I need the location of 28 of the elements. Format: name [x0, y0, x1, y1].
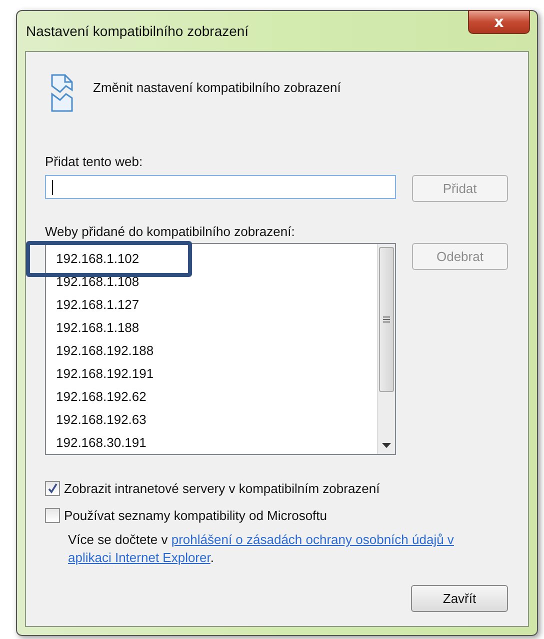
site-list-item[interactable]: 192.168.192.188 — [56, 343, 154, 358]
site-list-item[interactable]: 192.168.1.188 — [56, 320, 140, 335]
window-title: Nastavení kompatibilního zobrazení — [26, 23, 249, 39]
site-list-item[interactable]: 192.168.30.191 — [56, 435, 146, 450]
option-label: Používat seznamy kompatibility od Microsoftu — [64, 508, 327, 523]
privacy-link[interactable]: prohlášení o zásadách ochrany osobních údajů v — [171, 532, 454, 547]
site-list-item[interactable]: 192.168.1.108 — [56, 274, 140, 289]
grip-icon[interactable] — [382, 316, 390, 322]
scroll-down-icon[interactable] — [382, 443, 391, 448]
site-list-item[interactable]: 192.168.192.191 — [56, 366, 154, 381]
privacy-info-text: Více se dočtete v prohlášení o zásadách ochrany osobních údajů v aplikaci Internet Explorer. — [68, 531, 455, 567]
close-button[interactable]: x — [468, 10, 530, 34]
dialog-heading: Změnit nastavení kompatibilního zobrazení — [93, 80, 341, 95]
site-list-item[interactable]: 192.168.1.102 — [56, 251, 140, 266]
site-input-field[interactable] — [45, 175, 396, 199]
checkbox[interactable] — [45, 508, 60, 523]
site-list-item[interactable]: 192.168.192.62 — [56, 389, 146, 404]
sites-list[interactable]: 192.168.1.102 192.168.1.108 192.168.1.127 192.168.1.188 192.168.192.188 192.168.192.191 192.168.192.62 192.168.192.63 192.168.30.191 — [45, 243, 396, 455]
privacy-link[interactable]: aplikaci Internet Explorer — [68, 550, 210, 565]
close-dialog-button[interactable]: Zavřít — [411, 585, 508, 612]
sites-list-label: Weby přidané do kompatibilního zobrazení: — [45, 224, 296, 239]
site-list-item[interactable]: 192.168.192.63 — [56, 412, 146, 427]
site-list-item[interactable]: 192.168.1.127 — [56, 297, 140, 312]
broken-page-icon — [51, 74, 73, 112]
checkbox[interactable] — [45, 481, 60, 496]
add-site-label: Přidat tento web: — [45, 154, 144, 169]
option-label: Zobrazit intranetové servery v kompatibilním zobrazení — [64, 481, 380, 496]
scrollbar[interactable] — [376, 244, 395, 454]
